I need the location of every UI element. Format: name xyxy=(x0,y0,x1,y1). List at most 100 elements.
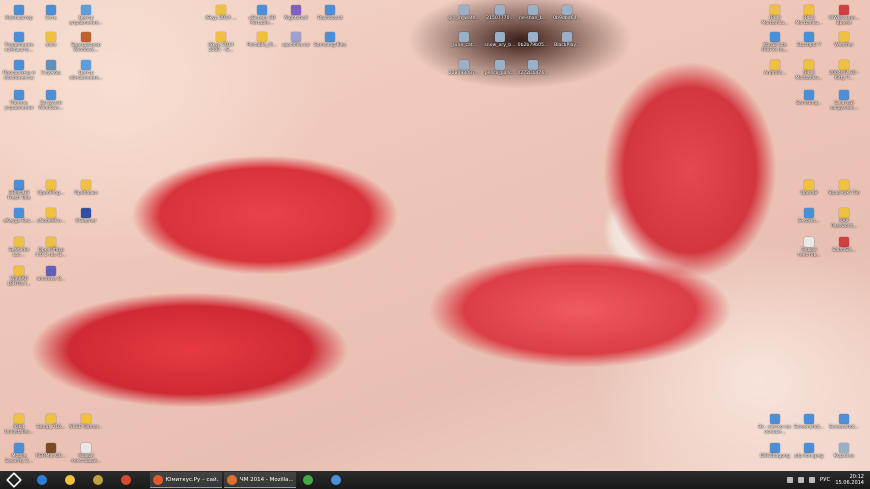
tray-chevron-icon[interactable] xyxy=(786,477,793,483)
taskbar-utorrent-icon[interactable] xyxy=(300,472,316,488)
desktop-icon[interactable]: Sola4SA... xyxy=(827,237,861,253)
desktop-icon[interactable]: Загрузки Windows... xyxy=(34,90,68,111)
desktop-icon[interactable]: uNode9Сл... xyxy=(34,208,68,224)
volume-tray-icon[interactable] xyxy=(808,477,815,483)
desktop-icon[interactable]: ne-shan_b... xyxy=(516,5,550,21)
desktop-icon[interactable]: Центр управления... xyxy=(69,5,103,26)
desktop-icon[interactable]: Панель управления xyxy=(2,90,36,111)
desktop-icon-label: _lune_cat... xyxy=(450,43,478,48)
desktop-icon[interactable]: Opera8 xyxy=(792,180,826,196)
desktop-icon[interactable]: Nightshed xyxy=(279,5,313,21)
desktop-icon[interactable]: Dashboard xyxy=(313,5,347,21)
taskbar-app-window-icon[interactable] xyxy=(328,472,344,488)
taskbar-window-button[interactable]: ЧМ 2014 - Mozilla... xyxy=(224,472,296,488)
desktop-icon[interactable]: Screenshot... xyxy=(827,414,861,430)
desktop-icon-label: 2004-07-30 - Kitty T... xyxy=(829,71,859,82)
desktop-icon[interactable]: Б-комп... xyxy=(792,208,826,224)
desktop-icon[interactable]: WinRAR 18HT6.4... xyxy=(2,266,36,287)
desktop-icon[interactable]: Новый текстовый... xyxy=(69,443,103,464)
desktop-icon[interactable]: REP.Mar.G0... xyxy=(34,443,68,459)
desktop-icon[interactable]: WWW.кино... Время xyxy=(827,5,861,26)
desktop-icon[interactable]: Kbrd3 Lite [RuFx] no... xyxy=(758,32,792,53)
desktop-icon[interactable]: Сеть xyxy=(34,5,68,21)
desktop-icon[interactable]: specifika.rar xyxy=(279,32,313,48)
desktop-icon[interactable]: ассе xyxy=(34,32,68,48)
desktop-icon[interactable]: iSkyp 2014 2002 - iS... xyxy=(204,32,238,53)
desktop-icon[interactable]: pfp lion.jpeg xyxy=(792,443,826,459)
desktop-icon[interactable]: OpenProg... xyxy=(34,180,68,196)
desktop-icon[interactable]: Setup_016... xyxy=(34,414,68,430)
clock[interactable]: 20:12 15.06.2014 xyxy=(835,474,864,486)
desktop-icon-label: snow_ary_b... xyxy=(484,43,516,48)
desktop-icon[interactable]: Android... xyxy=(758,60,792,76)
desktop-icon[interactable]: [PLL] Morbanku... xyxy=(792,60,826,81)
folder-icon xyxy=(81,414,91,424)
desktop-icon[interactable]: 21507770... xyxy=(483,5,517,21)
desktop-icon[interactable]: NCSE Gamer... xyxy=(69,414,103,430)
desktop-icon-label: 21507770... xyxy=(486,16,514,21)
desktop-icon[interactable]: IObit Uninstaller... xyxy=(2,414,36,435)
desktop-icon[interactable]: Samsung... xyxy=(792,90,826,106)
desktop-icon[interactable]: Новый текстов... xyxy=(792,237,826,258)
desktop-icon[interactable]: Stochpol 7 xyxy=(792,32,826,48)
desktop-icon[interactable]: Службы xyxy=(34,60,68,76)
desktop-icon[interactable]: Корзина xyxy=(827,443,861,459)
desktop-icon[interactable]: Сжатый загрузчик... xyxy=(827,90,861,111)
desktop-icon[interactable]: Управление компьюте... xyxy=(2,32,36,53)
app-icon xyxy=(46,266,56,276)
archive-icon xyxy=(291,32,301,42)
desktop-icon[interactable]: Screenshot... xyxy=(792,414,826,430)
desktop-icon[interactable]: DSC5bagong xyxy=(758,443,792,459)
desktop-icon[interactable]: girl_in_wate... xyxy=(447,5,481,21)
desktop-icon[interactable]: BlackPlay... xyxy=(550,32,584,48)
desktop-icon[interactable]: 228093087... xyxy=(447,60,481,76)
taskbar-window-button[interactable]: Юмиткус.Ру – сай... xyxy=(150,472,222,488)
desktop-icon-label: Прибавка xyxy=(74,191,98,196)
desktop-icon[interactable]: uTorrent 3D Portable... xyxy=(245,5,279,26)
desktop-icon[interactable]: CCleaner xyxy=(69,208,103,224)
desktop-icon[interactable]: RAR Password... xyxy=(827,208,861,229)
desktop-icon[interactable]: Программы и компоненты xyxy=(2,60,36,81)
desktop-icon[interactable]: iSkyp 2014 ... xyxy=(204,5,238,21)
desktop-icon[interactable]: pencil_park... xyxy=(483,60,517,76)
desktop[interactable]: Компьютер Сеть Центр управления... iSkyp 20… xyxy=(0,0,870,471)
desktop-icon[interactable]: 0b2b79b05... xyxy=(516,32,550,48)
desktop-icon[interactable]: Центр обновления... xyxy=(69,60,103,81)
desktop-icon[interactable]: SetAudio Loc... xyxy=(2,237,36,258)
folder-icon xyxy=(257,32,267,42)
network-tray-icon[interactable] xyxy=(797,477,804,483)
desktop-icon[interactable]: 0b9dbd64... xyxy=(550,5,584,21)
desktop-icon[interactable]: Samsung Kies xyxy=(313,32,347,48)
desktop-icon[interactable]: snow_ary_b... xyxy=(483,32,517,48)
desktop-icon[interactable]: Portable_fil... xyxy=(245,32,279,48)
desktop-icon-label: girl_in_wate... xyxy=(448,16,480,21)
desktop-icon-label: Dashboard xyxy=(317,16,343,21)
desktop-icon[interactable]: 2004-07-30 - Kitty T... xyxy=(827,60,861,81)
desktop-icon[interactable]: _lune_cat... xyxy=(447,32,481,48)
desktop-icon[interactable]: Брандмауэр Windows... xyxy=(69,32,103,53)
desktop-icon[interactable]: Прибавка xyxy=(69,180,103,196)
desktop-icon[interactable]: Mobile Security 2... xyxy=(2,443,36,464)
start-button[interactable] xyxy=(6,472,22,488)
desktop-icon-label: Samsung Kies xyxy=(313,43,347,48)
desktop-icon[interactable]: [PLL] Morbanku... xyxy=(758,5,792,26)
desktop-icon-label: Portable_fil... xyxy=(247,43,277,48)
desktop-icon[interactable]: windows 8... xyxy=(34,266,68,282)
desktop-icon-label: DSC5bagong xyxy=(760,454,790,459)
desktop-icon[interactable]: 0272D0476... xyxy=(516,60,550,76)
taskbar-pinned-media-icon[interactable] xyxy=(90,472,106,488)
taskbar-pinned-chrome-icon[interactable] xyxy=(118,472,134,488)
desktop-icon[interactable]: ЭВМФНЗ Fresh Tale xyxy=(2,180,36,201)
desktop-icon[interactable]: [PLL] Morbanku... xyxy=(792,5,826,26)
language-indicator[interactable]: РУС xyxy=(820,477,831,483)
desktop-icon[interactable]: OpenOffice 4.0.1 rus (1... xyxy=(34,237,68,258)
taskbar-pinned-explorer-icon[interactable] xyxy=(62,472,78,488)
desktop-icon[interactable]: Эх - метко на-основн... xyxy=(758,414,792,435)
taskbar-pinned-ie-icon[interactable] xyxy=(34,472,50,488)
text-file-icon xyxy=(81,443,91,453)
desktop-icon[interactable]: Weather xyxy=(827,32,861,48)
desktop-icon[interactable]: eKeyge Rec... xyxy=(2,208,36,224)
desktop-icon[interactable]: Компьютер xyxy=(2,5,36,21)
desktop-icon[interactable]: Ярлычок7 Go xyxy=(827,180,861,196)
desktop-icon-label: Setup_016... xyxy=(36,425,66,430)
